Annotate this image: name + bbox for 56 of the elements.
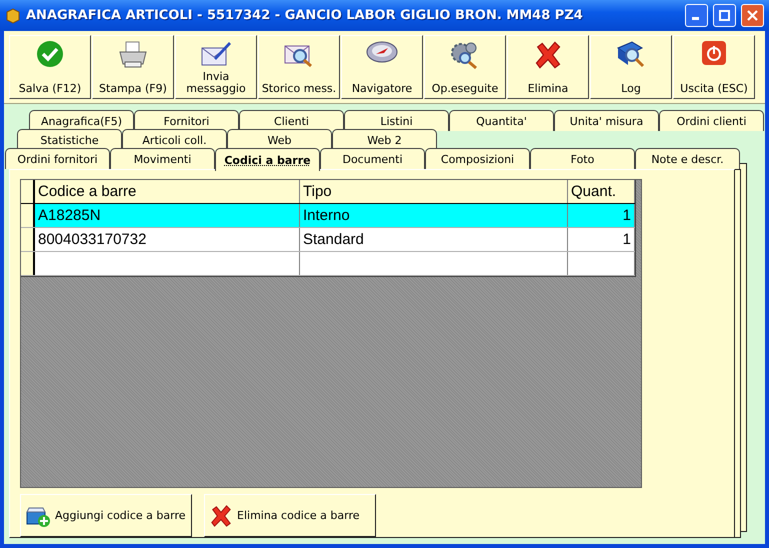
delete-barcode-button[interactable]: Elimina codice a barre — [204, 494, 376, 537]
column-header: Tipo — [300, 180, 568, 203]
tab[interactable]: Fornitori — [134, 110, 239, 131]
tab[interactable]: Codici a barre — [215, 148, 320, 171]
tab[interactable]: Ordini clienti — [659, 110, 764, 131]
tab[interactable]: Unita' misura — [554, 110, 659, 131]
tab[interactable]: Articoli coll. — [122, 129, 227, 150]
compass-icon — [365, 40, 399, 64]
table-cell: Interno — [300, 204, 568, 227]
add-barcode-button[interactable]: Aggiungi codice a barre — [20, 494, 192, 537]
column-header: Codice a barre — [35, 180, 300, 203]
tab[interactable]: Movimenti — [110, 148, 215, 169]
envelope-pen-icon — [200, 40, 232, 68]
toolbar-button[interactable]: Invia messaggio — [175, 35, 257, 99]
toolbar-button[interactable]: Stampa (F9) — [92, 35, 174, 99]
row-indicator — [21, 228, 35, 251]
table-cell: 8004033170732 — [35, 228, 300, 251]
toolbar-button[interactable]: Navigatore — [341, 35, 423, 99]
close-icon — [747, 10, 758, 21]
table-cell: 1 — [568, 204, 635, 227]
window-title: ANAGRAFICA ARTICOLI - 5517342 - GANCIO LABOR GIGLIO BRON. MM48 PZ4 — [26, 8, 584, 23]
printer-icon — [117, 40, 149, 70]
app-icon — [5, 8, 21, 24]
cross-icon — [209, 504, 233, 528]
column-header: Quant. — [568, 180, 635, 203]
tab[interactable]: Foto — [530, 148, 635, 169]
tab[interactable]: Clienti — [239, 110, 344, 131]
maximize-button[interactable] — [713, 4, 736, 27]
toolbar-button[interactable]: Op.eseguite — [424, 35, 506, 99]
toolbar-button[interactable]: Storico mess. — [258, 35, 340, 99]
table-cell: A18285N — [35, 204, 300, 227]
toolbar-button[interactable]: Log — [590, 35, 672, 99]
tab[interactable]: Composizioni — [425, 148, 530, 169]
tab[interactable]: Statistiche — [17, 129, 122, 150]
book-magnifier-icon — [615, 40, 647, 70]
tab[interactable]: Quantita' — [449, 110, 554, 131]
cross-icon — [533, 40, 563, 70]
tab[interactable]: Anagrafica(F5) — [29, 110, 134, 131]
tab[interactable]: Web 2 — [332, 129, 437, 150]
toolbar-button[interactable]: Uscita (ESC) — [673, 35, 755, 99]
minimize-button[interactable] — [685, 4, 708, 27]
tab[interactable]: Web — [227, 129, 332, 150]
tab[interactable]: Ordini fornitori — [5, 148, 110, 169]
power-icon — [701, 40, 727, 66]
toolbar-button[interactable]: Salva (F12) — [9, 35, 91, 99]
table-row[interactable]: 8004033170732 Standard 1 — [21, 228, 635, 252]
tab[interactable]: Listini — [344, 110, 449, 131]
table-cell: Standard — [300, 228, 568, 251]
maximize-icon — [719, 10, 730, 21]
tab[interactable]: Documenti — [320, 148, 425, 169]
close-button[interactable] — [741, 4, 764, 27]
table-cell: 1 — [568, 228, 635, 251]
table-row[interactable]: A18285N Interno 1 — [21, 204, 635, 228]
toolbar-button[interactable]: Elimina — [507, 35, 589, 99]
checkmark-icon — [36, 40, 64, 68]
tab[interactable]: Note e descr. — [635, 148, 740, 169]
